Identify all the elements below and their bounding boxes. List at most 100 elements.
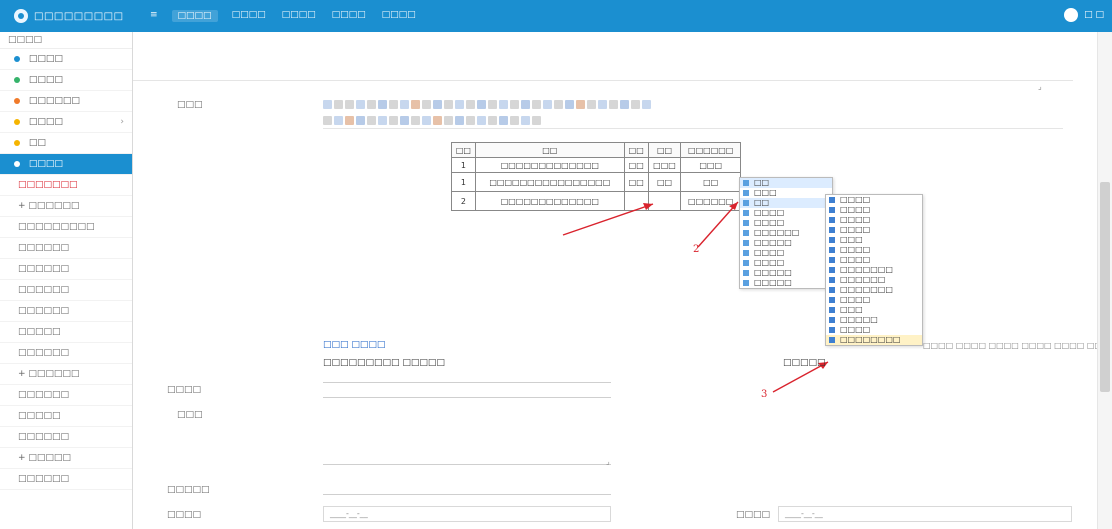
- table-cell[interactable]: □□□□□□□□□□□□□□□□: [474, 172, 625, 192]
- toolbar-icon[interactable]: [510, 115, 519, 125]
- table-header-cell[interactable]: □□: [474, 142, 625, 158]
- vertical-scrollbar[interactable]: [1097, 32, 1112, 529]
- submenu-item[interactable]: □□□□: [826, 245, 922, 255]
- toolbar-icon[interactable]: [367, 115, 376, 125]
- toolbar-icon[interactable]: [521, 115, 530, 125]
- submenu-item[interactable]: □□□□: [826, 205, 922, 215]
- toolbar-icon[interactable]: [598, 99, 607, 109]
- toolbar-icon[interactable]: [378, 115, 387, 125]
- toolbar-icon[interactable]: [323, 99, 332, 109]
- toolbar-icon[interactable]: [345, 99, 354, 109]
- table-cell[interactable]: [623, 191, 649, 211]
- submenu-item-highlighted[interactable]: □□□□□□□□: [826, 335, 922, 345]
- toolbar-icon[interactable]: [389, 115, 398, 125]
- toolbar-icon[interactable]: [411, 99, 420, 109]
- toolbar-icon[interactable]: [422, 115, 431, 125]
- date-input-start[interactable]: ____-__-__: [323, 506, 611, 522]
- sidebar-item-2[interactable]: □□□□: [0, 70, 132, 91]
- date-input-end[interactable]: ____-__-__: [778, 506, 1072, 522]
- input-underline[interactable]: [323, 397, 611, 398]
- sidebar-item-4[interactable]: □□□□ ›: [0, 112, 132, 133]
- toolbar-icon[interactable]: [554, 99, 563, 109]
- context-menu-item[interactable]: □□: [740, 178, 832, 188]
- toolbar-icon[interactable]: [400, 99, 409, 109]
- toolbar-icon[interactable]: [367, 99, 376, 109]
- nav-menu-icon[interactable]: ≡: [148, 10, 160, 22]
- toolbar-icon[interactable]: [356, 99, 365, 109]
- toolbar-icon[interactable]: [488, 115, 497, 125]
- context-menu-item[interactable]: □□□□: [740, 248, 832, 258]
- toolbar-icon[interactable]: [345, 115, 354, 125]
- context-menu-item-submenu[interactable]: □□›: [740, 198, 832, 208]
- table-cell[interactable]: [647, 191, 682, 211]
- toolbar-icon[interactable]: [444, 99, 453, 109]
- context-menu-item[interactable]: □□□□□: [740, 238, 832, 248]
- user-name[interactable]: □ □: [1084, 10, 1104, 20]
- user-area[interactable]: □ □: [1064, 8, 1104, 22]
- table-cell[interactable]: 1: [451, 157, 476, 173]
- toolbar-icon[interactable]: [532, 99, 541, 109]
- nav-item-2[interactable]: □□□□: [230, 10, 268, 22]
- sidebar-subitem-12[interactable]: □□□□□: [0, 406, 132, 427]
- toolbar-icon[interactable]: [444, 115, 453, 125]
- toolbar-icon[interactable]: [543, 99, 552, 109]
- submenu-item[interactable]: □□□□: [826, 215, 922, 225]
- context-menu-item[interactable]: □□□□□: [740, 268, 832, 278]
- toolbar-icon[interactable]: [488, 99, 497, 109]
- context-menu-item[interactable]: □□□□: [740, 208, 832, 218]
- nav-item-5[interactable]: □□□□: [380, 10, 418, 22]
- submenu-item[interactable]: □□□□□□: [826, 275, 922, 285]
- toolbar-icon[interactable]: [642, 99, 651, 109]
- toolbar-icon[interactable]: [532, 115, 541, 125]
- table-cell[interactable]: □□□□□□□□□□□□□: [474, 157, 625, 173]
- toolbar-icon[interactable]: [499, 115, 508, 125]
- editor-footer-right-links[interactable]: □□□□ □□□□ □□□□ □□□□ □□□□ □□: [923, 341, 1102, 350]
- submenu-item[interactable]: □□□□: [826, 195, 922, 205]
- table-cell[interactable]: □□: [647, 172, 682, 192]
- table-cell[interactable]: 1: [451, 172, 476, 192]
- toolbar-icon[interactable]: [477, 115, 486, 125]
- context-menu-item[interactable]: □□□: [740, 188, 832, 198]
- submenu-item[interactable]: □□□□□□□: [826, 265, 922, 275]
- toolbar-icon[interactable]: [466, 99, 475, 109]
- app-logo[interactable]: □□□□□□□□□: [14, 8, 124, 24]
- table-cell[interactable]: □□□: [680, 157, 741, 173]
- submenu-item[interactable]: □□□: [826, 235, 922, 245]
- submenu-item[interactable]: □□□: [826, 305, 922, 315]
- editor-table[interactable]: □□ □□ □□ □□ □□□□□□ 1 □□□□□□□□□□□□□ □□ □□…: [451, 142, 741, 211]
- toolbar-icon[interactable]: [433, 115, 442, 125]
- toolbar-icon[interactable]: [334, 115, 343, 125]
- context-menu-item[interactable]: □□□□: [740, 258, 832, 268]
- toolbar-icon[interactable]: [334, 99, 343, 109]
- scrollbar-thumb[interactable]: [1100, 182, 1110, 392]
- toolbar-icon[interactable]: [499, 99, 508, 109]
- context-menu-item[interactable]: □□□□□: [740, 278, 832, 288]
- sidebar-item-1[interactable]: □□□□: [0, 49, 132, 70]
- table-cell[interactable]: □□: [623, 172, 649, 192]
- sidebar-subitem-7[interactable]: □□□□□□: [0, 301, 132, 322]
- sidebar-subitem-14[interactable]: + □□□□□: [0, 448, 132, 469]
- table-header-cell[interactable]: □□: [623, 142, 649, 158]
- submenu-item[interactable]: □□□□□: [826, 315, 922, 325]
- toolbar-icon[interactable]: [356, 115, 365, 125]
- resize-handle-icon[interactable]: ⌟: [606, 457, 610, 466]
- sidebar-subitem-8[interactable]: □□□□□: [0, 322, 132, 343]
- avatar[interactable]: [1064, 8, 1079, 22]
- nav-item-4[interactable]: □□□□: [330, 10, 368, 22]
- table-header-cell[interactable]: □□: [451, 142, 476, 158]
- sidebar-subitem-10[interactable]: + □□□□□□: [0, 364, 132, 385]
- table-cell[interactable]: □□□□□□: [680, 191, 741, 211]
- submenu-item[interactable]: □□□□: [826, 225, 922, 235]
- sidebar-subitem-3[interactable]: □□□□□□□□□: [0, 217, 132, 238]
- sidebar-item-3[interactable]: □□□□□□: [0, 91, 132, 112]
- toolbar-icon[interactable]: [455, 115, 464, 125]
- submenu-item[interactable]: □□□□: [826, 325, 922, 335]
- sidebar-subitem-2[interactable]: + □□□□□□: [0, 196, 132, 217]
- sidebar-subitem-6[interactable]: □□□□□□: [0, 280, 132, 301]
- sidebar-subitem-15[interactable]: □□□□□□: [0, 469, 132, 490]
- sidebar-item-6-active[interactable]: □□□□: [0, 154, 132, 175]
- table-header-cell[interactable]: □□: [647, 142, 682, 158]
- sidebar-subitem-5[interactable]: □□□□□□: [0, 259, 132, 280]
- sidebar-item-5[interactable]: □□: [0, 133, 132, 154]
- sidebar-subitem-11[interactable]: □□□□□□: [0, 385, 132, 406]
